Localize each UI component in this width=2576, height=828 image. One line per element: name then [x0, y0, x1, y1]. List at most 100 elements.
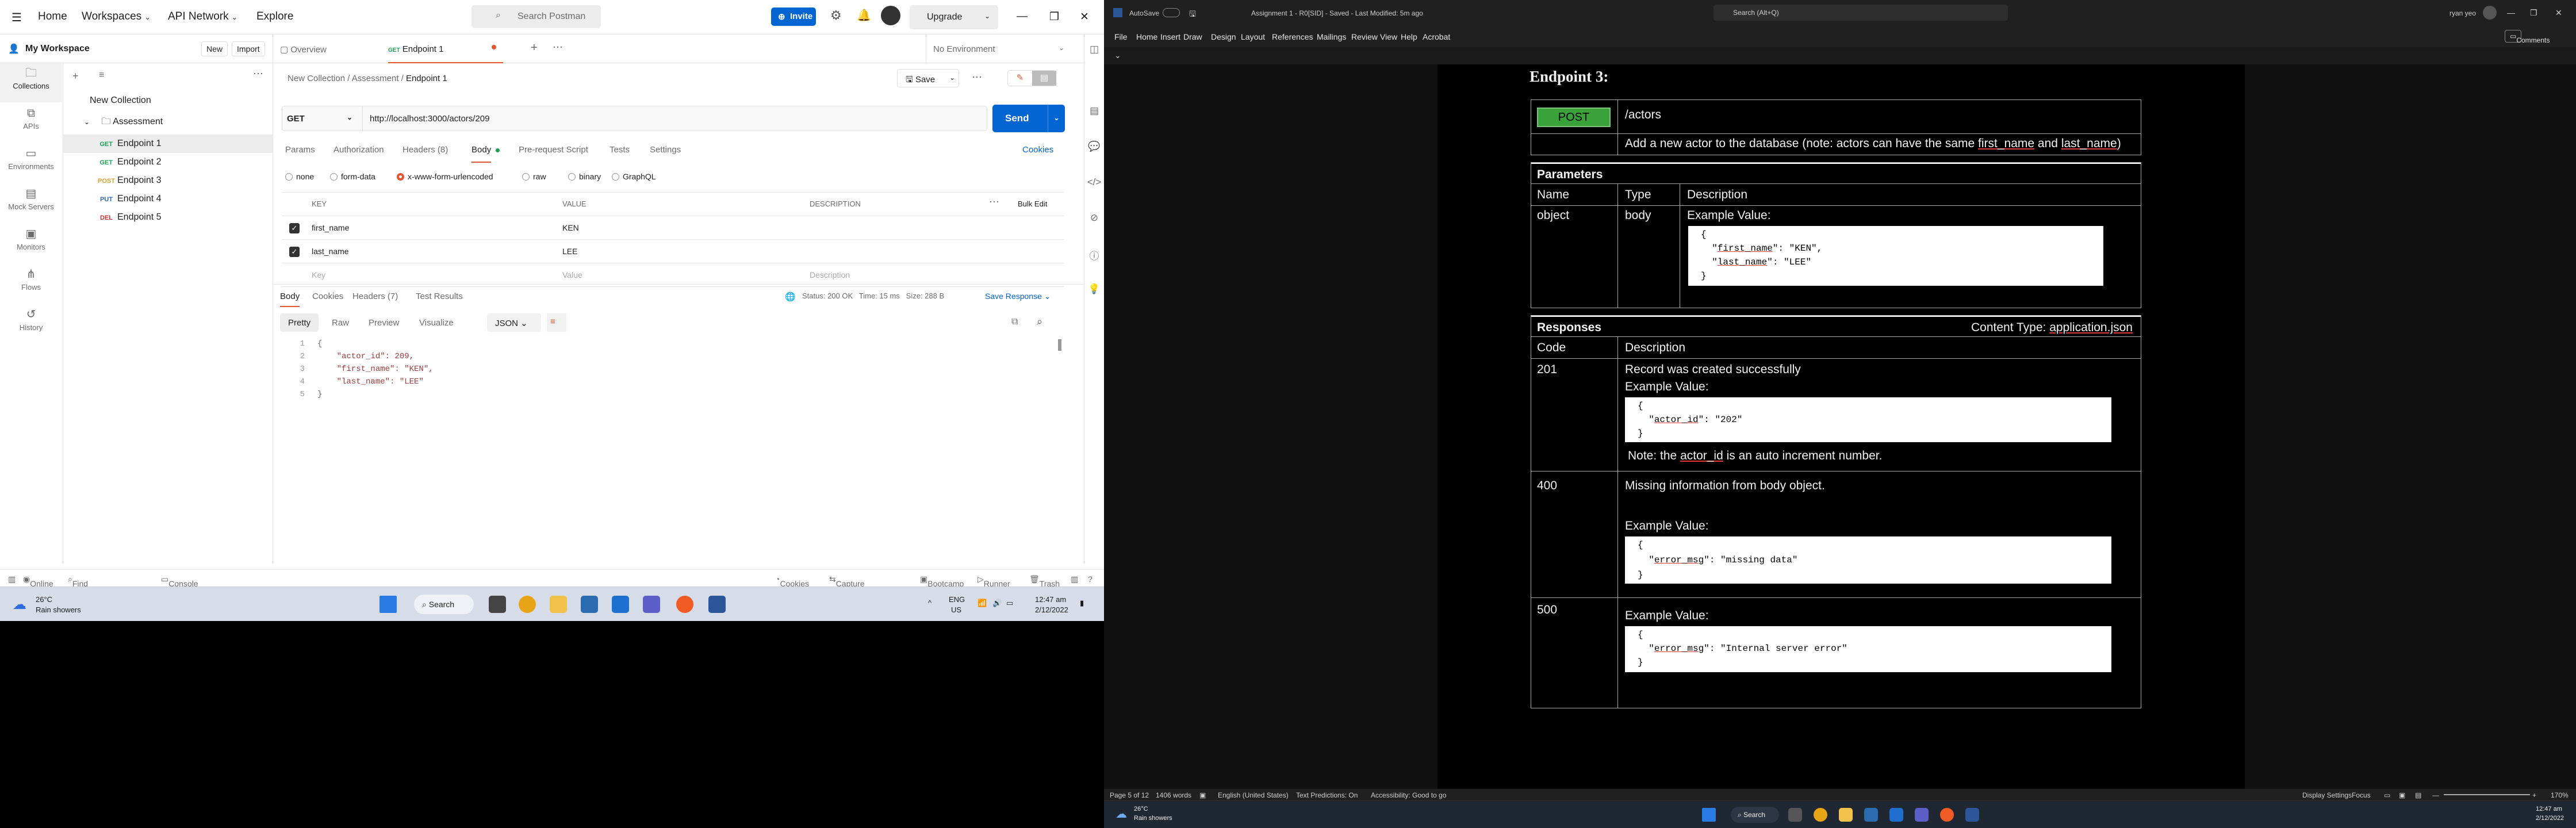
- tab-overview[interactable]: ▢ Overview: [280, 34, 327, 63]
- autosave-toggle[interactable]: [1163, 8, 1180, 17]
- nav-home[interactable]: Home: [38, 10, 67, 23]
- nav-api-network[interactable]: API Network ⌄: [168, 10, 237, 23]
- tab-body[interactable]: Body: [471, 145, 492, 163]
- tab-settings[interactable]: Settings: [650, 145, 681, 155]
- copy-icon[interactable]: ⧉: [1011, 317, 1018, 327]
- document-title[interactable]: Assignment 1 - R0[SID] - Saved - Last Mo…: [1251, 9, 1423, 17]
- vscode-icon[interactable]: [612, 596, 629, 613]
- console[interactable]: ▭ Console: [161, 574, 198, 588]
- close-icon[interactable]: ✕: [1080, 10, 1089, 24]
- more-options-icon[interactable]: ⋯: [989, 196, 999, 208]
- display-settings[interactable]: Display Settings: [2302, 791, 2352, 799]
- invite-button[interactable]: ⊕ Invite: [771, 7, 816, 26]
- runner[interactable]: ▷ Runner: [977, 574, 1010, 588]
- new-button[interactable]: New: [201, 41, 228, 56]
- read-mode-icon[interactable]: ▭: [2384, 791, 2390, 799]
- rail-apis[interactable]: ⧉ APIs: [0, 103, 62, 143]
- import-button[interactable]: Import: [232, 41, 265, 56]
- more-options-icon[interactable]: ⋯: [253, 68, 263, 80]
- tree-item-endpoint[interactable]: GET Endpoint 1: [63, 135, 273, 153]
- rail-history[interactable]: ↺ History: [0, 305, 62, 344]
- avatar[interactable]: [2483, 6, 2497, 20]
- ribbon-tab-help[interactable]: Help: [1401, 32, 1417, 41]
- taskbar-search[interactable]: ⌕ Search: [1731, 807, 1779, 823]
- file-explorer-icon[interactable]: [550, 596, 567, 613]
- notification-icon[interactable]: ▮: [1080, 599, 1084, 608]
- ribbon-tab-acrobat[interactable]: Acrobat: [1423, 32, 1450, 41]
- wrap-icon[interactable]: ≡: [547, 313, 566, 332]
- windows-start-icon[interactable]: [379, 596, 397, 613]
- teams-icon[interactable]: [643, 596, 660, 613]
- capture-requests[interactable]: ⇆ Capture requests: [829, 574, 867, 597]
- wifi-icon[interactable]: 📶: [977, 599, 987, 608]
- row-value[interactable]: LEE: [562, 247, 577, 256]
- minimize-icon[interactable]: —: [1017, 10, 1028, 23]
- more-options-icon[interactable]: ⋯: [972, 71, 982, 83]
- radio-formdata[interactable]: form-data: [330, 172, 375, 181]
- resp-tab-headers[interactable]: Headers (7): [352, 292, 398, 301]
- word-icon[interactable]: [708, 596, 726, 613]
- rail-collections[interactable]: 🗀 Collections: [0, 63, 62, 102]
- bootcamp[interactable]: ▣ Bootcamp: [920, 574, 964, 588]
- tree-item-endpoint[interactable]: DEL Endpoint 5: [63, 208, 273, 227]
- maximize-icon[interactable]: ❐: [1049, 10, 1059, 24]
- user-name[interactable]: ryan yeo: [2450, 9, 2476, 17]
- focus-mode[interactable]: Focus: [2352, 791, 2371, 799]
- trash[interactable]: 🗑 Trash: [1029, 574, 1060, 588]
- ribbon-tab-draw[interactable]: Draw: [1183, 32, 1202, 41]
- add-icon[interactable]: +: [72, 70, 79, 82]
- chrome-icon[interactable]: [519, 596, 536, 613]
- search-input[interactable]: ⌕ Search Postman: [471, 5, 601, 28]
- postman-icon[interactable]: [1940, 808, 1954, 822]
- cookies-link[interactable]: Cookies: [1022, 145, 1053, 155]
- radio-none[interactable]: none: [285, 172, 314, 181]
- postman-icon[interactable]: [676, 596, 693, 613]
- save-response-button[interactable]: Save Response ⌄: [985, 292, 1051, 301]
- breadcrumb-request[interactable]: Endpoint 1: [406, 74, 447, 83]
- tree-item-endpoint[interactable]: POST Endpoint 3: [63, 171, 273, 190]
- environment-select[interactable]: No Environment ⌄: [926, 34, 1072, 63]
- minimize-icon[interactable]: —: [2507, 8, 2515, 17]
- layout-icon[interactable]: ▥: [8, 574, 16, 584]
- edit-toggle[interactable]: ✎ ▤: [1007, 70, 1056, 86]
- file-explorer-icon[interactable]: [1839, 808, 1853, 822]
- row-key[interactable]: last_name: [312, 247, 349, 256]
- format-select[interactable]: JSON ⌄: [487, 313, 541, 332]
- cookies-status[interactable]: ◔ Cookies: [775, 574, 809, 588]
- task-view-icon[interactable]: [489, 596, 506, 613]
- taskbar-search[interactable]: ⌕ Search: [414, 595, 474, 614]
- settings-sync-icon[interactable]: ⚙: [830, 8, 842, 23]
- documentation-icon[interactable]: ▤: [1084, 96, 1104, 132]
- view-visualize[interactable]: Visualize: [411, 313, 462, 332]
- menu-icon[interactable]: ☰: [12, 10, 22, 25]
- ribbon-tab-references[interactable]: References: [1272, 32, 1313, 41]
- ribbon-tab-layout[interactable]: Layout: [1241, 32, 1265, 41]
- search-icon[interactable]: ⌕: [1037, 316, 1042, 328]
- vscode-icon[interactable]: [1889, 808, 1903, 822]
- send-button[interactable]: Send ⌄: [992, 105, 1065, 132]
- workspace-name[interactable]: My Workspace: [25, 44, 90, 54]
- lang-label[interactable]: ENG: [949, 595, 965, 604]
- more-tabs-icon[interactable]: ⋯: [553, 41, 563, 53]
- ribbon-tab-mailings[interactable]: Mailings: [1317, 32, 1346, 41]
- text-predictions[interactable]: Text Predictions: On: [1296, 791, 1358, 799]
- tab-endpoint-1[interactable]: GET Endpoint 1: [388, 34, 503, 63]
- tree-folder[interactable]: ⌄ 🗀 Assessment: [84, 115, 163, 133]
- tab-tests[interactable]: Tests: [610, 145, 630, 155]
- weather-icon[interactable]: ☁: [13, 596, 30, 614]
- bulk-edit-button[interactable]: Bulk Edit: [1018, 200, 1047, 208]
- windows-start-icon[interactable]: [1702, 808, 1716, 822]
- resp-tab-body[interactable]: Body: [280, 292, 300, 307]
- outlook-icon[interactable]: [581, 596, 598, 613]
- zoom-out-icon[interactable]: —: [2432, 791, 2439, 799]
- ribbon-tab-home[interactable]: Home: [1136, 32, 1157, 41]
- nav-explore[interactable]: Explore: [256, 10, 293, 23]
- tree-collection[interactable]: New Collection: [90, 95, 151, 114]
- radio-binary[interactable]: binary: [568, 172, 601, 181]
- word-icon[interactable]: [1965, 808, 1979, 822]
- ribbon-tab-insert[interactable]: Insert: [1160, 32, 1180, 41]
- close-icon[interactable]: ✕: [2555, 8, 2562, 18]
- new-tab-icon[interactable]: +: [531, 41, 538, 55]
- upgrade-button[interactable]: Upgrade ⌄: [910, 5, 998, 29]
- chrome-icon[interactable]: [1814, 808, 1827, 822]
